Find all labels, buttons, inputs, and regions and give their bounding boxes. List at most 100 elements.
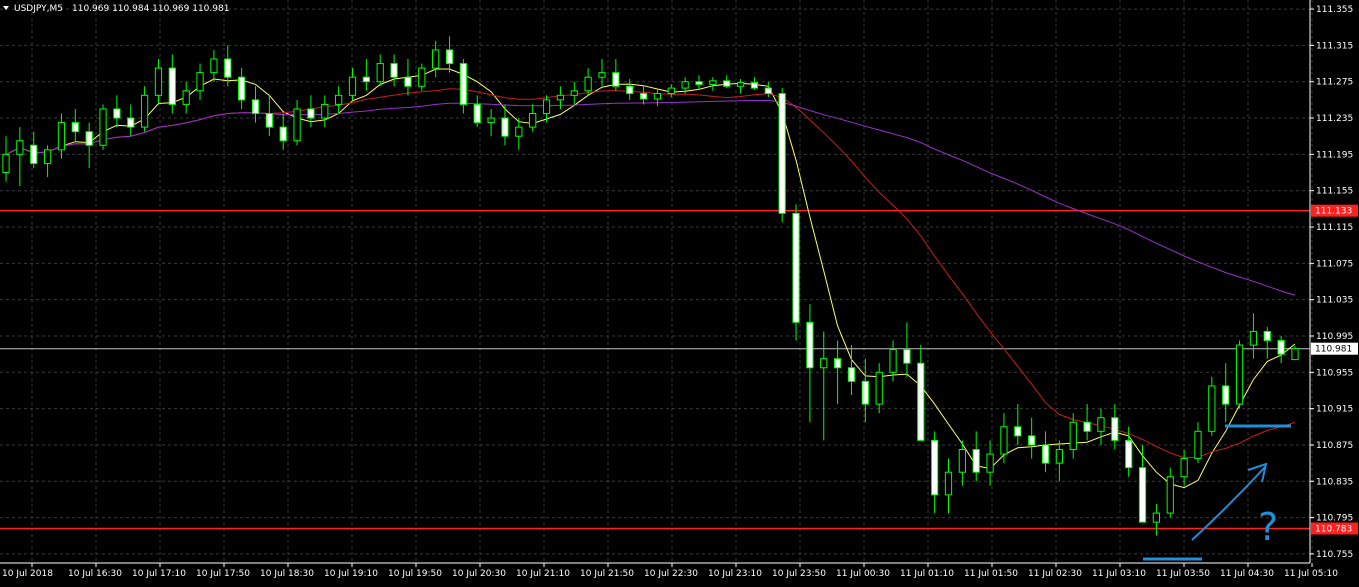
y-tick-label: 111.315 — [1316, 41, 1353, 51]
candle-bull — [293, 108, 301, 142]
level-label: 110.981 — [1315, 345, 1352, 355]
y-tick-label: 111.355 — [1316, 5, 1353, 15]
candle-bear — [972, 448, 980, 473]
candle-bear — [279, 126, 287, 142]
candle-bull — [542, 99, 551, 115]
candle-bull — [210, 58, 218, 74]
level-label: 110.783 — [1315, 524, 1352, 534]
x-tick-label: 10 Jul 23:10 — [708, 569, 762, 579]
y-tick-label: 110.835 — [1316, 477, 1353, 487]
candle-bull — [1069, 421, 1077, 450]
candle-bear — [459, 63, 468, 105]
candle-bull — [2, 153, 10, 174]
candle-bull — [1208, 385, 1216, 432]
x-tick-label: 10 Jul 20:30 — [452, 569, 506, 579]
candle-bull — [681, 81, 689, 89]
x-tick-label: 11 Jul 05:10 — [1284, 569, 1338, 579]
candle-bear — [127, 117, 135, 128]
candle-bear — [1028, 435, 1036, 446]
candle-bull — [335, 94, 343, 105]
x-tick-label: 10 Jul 19:10 — [324, 569, 378, 579]
candle-bear — [390, 63, 398, 78]
candle-bull — [958, 448, 966, 473]
y-tick-label: 111.075 — [1316, 259, 1353, 269]
candle-bull — [944, 471, 953, 496]
candle-bull — [556, 94, 565, 101]
candle-bull — [154, 67, 163, 96]
y-tick-label: 110.755 — [1316, 550, 1353, 560]
candle-bear — [778, 93, 786, 214]
candle-bull — [321, 103, 329, 119]
candle-bull — [16, 140, 24, 155]
candle-bear — [847, 367, 856, 382]
y-tick-label: 111.155 — [1316, 187, 1353, 197]
candle-bull — [418, 67, 426, 87]
candle-bull — [653, 93, 662, 100]
x-tick-label: 11 Jul 01:10 — [900, 569, 954, 579]
y-tick-label: 110.875 — [1316, 441, 1353, 451]
candle-bull — [1166, 476, 1174, 514]
candle-bear — [723, 80, 731, 87]
x-tick-label: 10 Jul 21:10 — [516, 569, 570, 579]
candle-bull — [1180, 458, 1188, 478]
candle-bear — [265, 113, 273, 128]
x-tick-label: 10 Jul 18:30 — [260, 569, 314, 579]
candle-bull — [1291, 348, 1299, 361]
candle-bull — [348, 76, 357, 96]
candle-bull — [1152, 512, 1161, 523]
candle-bull — [1055, 448, 1063, 464]
candle-bear — [612, 72, 620, 87]
candle-bear — [445, 49, 454, 65]
candle-bear — [501, 117, 509, 137]
candle-bear — [238, 76, 246, 101]
price-chart: 111.133 110.783 110.981 ? 111.355 111.315 11… — [0, 0, 1359, 583]
candle-bear — [903, 349, 911, 364]
candle-bull — [736, 82, 745, 87]
chart-background — [0, 0, 1359, 583]
question-mark: ? — [1258, 505, 1278, 549]
candle-bear — [695, 81, 703, 85]
x-tick-label: 10 Jul 2018 — [2, 569, 53, 579]
x-tick-label: 11 Jul 02:30 — [1028, 569, 1082, 579]
level-label: 111.133 — [1315, 207, 1352, 217]
candle-bull — [1097, 417, 1105, 432]
candle-bear — [168, 67, 176, 105]
candle-bear — [251, 99, 260, 115]
x-tick-label: 10 Jul 17:10 — [132, 569, 186, 579]
y-tick-label: 111.035 — [1316, 296, 1353, 306]
candle-bear — [1111, 417, 1119, 441]
candle-bull — [820, 358, 828, 369]
candle-bear — [30, 144, 38, 164]
candle-bull — [667, 87, 675, 95]
x-tick-label: 11 Jul 04:30 — [1220, 569, 1274, 579]
chart-ohlc: 110.969 110.984 110.969 110.981 — [72, 4, 229, 14]
candle-bull — [709, 80, 717, 85]
candle-bull — [140, 94, 149, 128]
candle-bull — [584, 76, 592, 92]
candle-bear — [85, 131, 93, 146]
x-tick-label: 10 Jul 19:50 — [388, 569, 442, 579]
x-tick-label: 10 Jul 16:30 — [68, 569, 122, 579]
candle-bear — [113, 108, 121, 119]
x-tick-label: 11 Jul 03:50 — [1156, 569, 1210, 579]
candle-bear — [861, 380, 869, 405]
candle-bull — [376, 63, 384, 83]
candle-bear — [1138, 467, 1147, 523]
x-tick-label: 10 Jul 17:50 — [196, 569, 250, 579]
candle-bear — [833, 358, 842, 369]
y-tick-label: 111.235 — [1316, 114, 1353, 124]
y-tick-label: 110.955 — [1316, 368, 1353, 378]
candle-bear — [1222, 385, 1230, 405]
candle-bull — [986, 453, 994, 473]
candle-bear — [362, 76, 370, 83]
candle-bear — [792, 212, 800, 323]
candle-bear — [307, 108, 315, 119]
candle-bull — [99, 108, 107, 146]
candle-bear — [626, 85, 634, 95]
candle-bull — [1235, 344, 1244, 405]
candle-bear — [1263, 330, 1271, 342]
candle-bull — [1249, 330, 1258, 346]
x-tick-label: 10 Jul 23:50 — [772, 569, 826, 579]
candle-bull — [182, 90, 190, 105]
candle-bear — [639, 93, 648, 100]
